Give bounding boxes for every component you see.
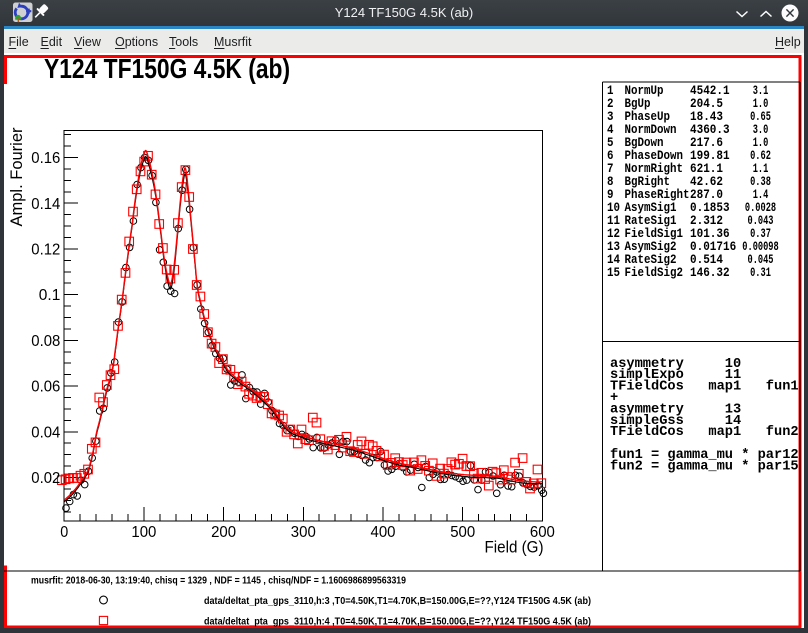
- svg-text:100: 100: [131, 524, 156, 541]
- svg-text:0.06: 0.06: [31, 378, 60, 395]
- svg-text:fun2 = gamma_mu * par15: fun2 = gamma_mu * par15: [610, 459, 799, 474]
- svg-text:0.04: 0.04: [31, 424, 60, 441]
- svg-text:0.1: 0.1: [39, 287, 61, 304]
- svg-text:FieldSig2: FieldSig2: [625, 265, 684, 280]
- svg-text:data/deltat_pta_gps_3110,h:4 ,: data/deltat_pta_gps_3110,h:4 ,T0=4.50K,T…: [204, 616, 591, 627]
- svg-text:TFieldCos map1 fun1: TFieldCos map1 fun1: [610, 379, 799, 394]
- svg-text:TFieldCos map1 fun2: TFieldCos map1 fun2: [610, 425, 799, 440]
- svg-text:data/deltat_pta_gps_3110,h:3 ,: data/deltat_pta_gps_3110,h:3 ,T0=4.50K,T…: [204, 595, 591, 606]
- svg-text:200: 200: [211, 524, 236, 541]
- svg-text:146.32: 146.32: [690, 265, 730, 280]
- svg-text:0.14: 0.14: [31, 195, 60, 212]
- svg-text:0: 0: [60, 524, 68, 541]
- svg-text:0.02: 0.02: [31, 470, 60, 487]
- svg-text:0.31: 0.31: [750, 265, 771, 280]
- svg-text:500: 500: [450, 524, 475, 541]
- svg-text:musrfit: 2018-06-30, 13:19:40,: musrfit: 2018-06-30, 13:19:40, chisq = 1…: [31, 575, 406, 586]
- svg-text:Ampl. Fourier: Ampl. Fourier: [8, 127, 26, 226]
- svg-text:0.16: 0.16: [31, 150, 60, 167]
- svg-text:0.12: 0.12: [31, 241, 60, 258]
- svg-text:Field (G): Field (G): [485, 538, 544, 556]
- svg-text:300: 300: [291, 524, 316, 541]
- svg-text:400: 400: [371, 524, 396, 541]
- svg-text:0.08: 0.08: [31, 332, 60, 349]
- svg-text:15: 15: [607, 265, 620, 280]
